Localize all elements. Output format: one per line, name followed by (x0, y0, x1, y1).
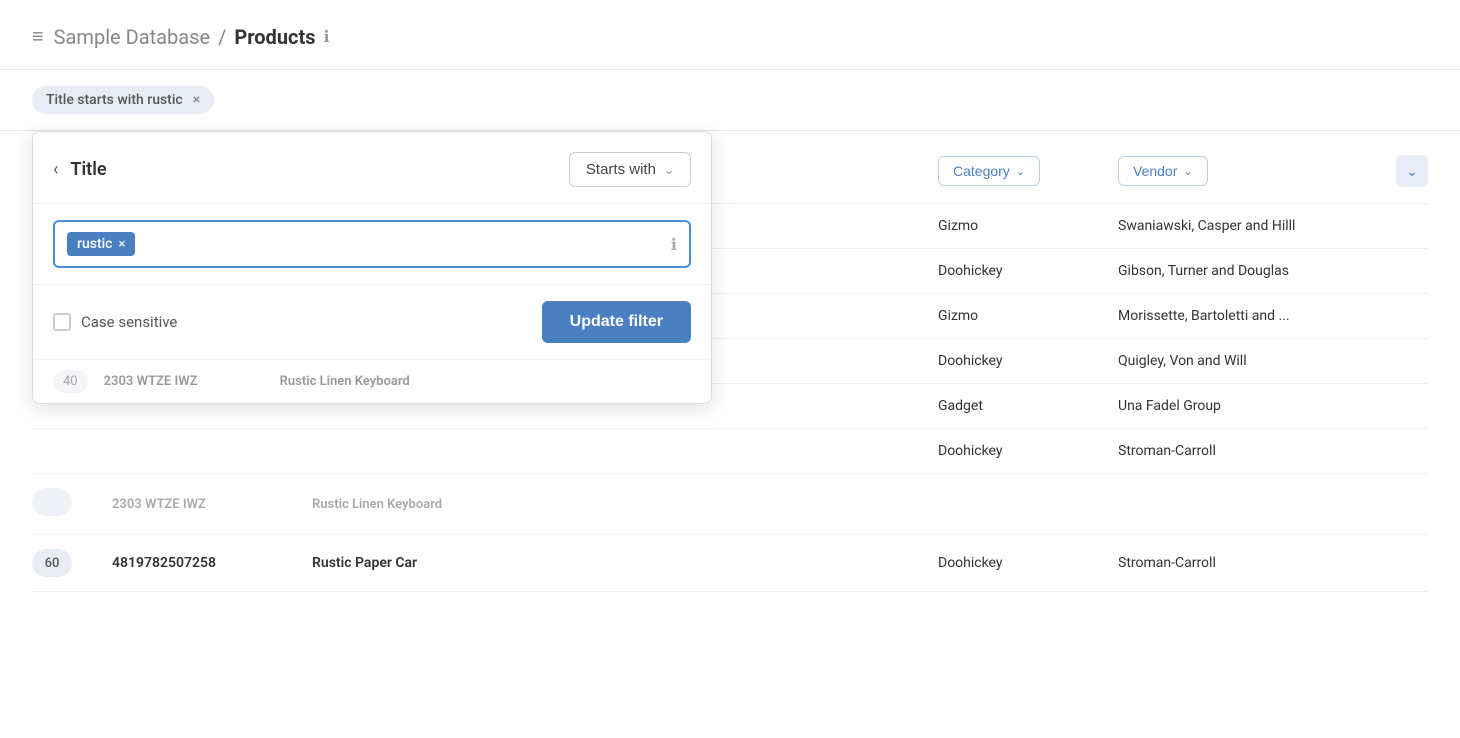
filter-panel-header: ‹ Title Starts with ⌄ (33, 132, 711, 204)
filter-input-box[interactable]: rustic × ℹ (53, 220, 691, 268)
category-chevron-icon: ⌄ (1016, 165, 1025, 178)
faded-id: 40 (53, 370, 88, 393)
filter-tag-value: rustic (77, 236, 112, 252)
row-category-cell: Doohickey (938, 353, 1118, 369)
category-column-header: Category ⌄ (938, 156, 1118, 186)
database-icon: ≡ (32, 24, 44, 49)
filter-tag-close-icon[interactable]: × (118, 237, 125, 252)
bottom-row-2[interactable]: 60 4819782507258 Rustic Paper Car Doohic… (32, 535, 1428, 592)
vendor-label: Vendor (1133, 163, 1177, 179)
row-category-cell: Gizmo (938, 218, 1118, 234)
update-filter-button[interactable]: Update filter (542, 301, 691, 343)
filter-condition-label: Starts with (586, 161, 656, 178)
filter-tag: rustic × (67, 232, 135, 256)
filter-badge-close-icon[interactable]: × (193, 92, 200, 108)
faded-row: 40 2303 WTZE IWZ Rustic Linen Keyboard (33, 359, 711, 403)
main-content: ‹ Title Starts with ⌄ rustic × ℹ Case se (0, 131, 1460, 592)
toolbar: Title starts with rustic × (0, 70, 1460, 131)
row-vendor-cell: Quigley, Von and Will (1118, 353, 1378, 369)
row-vendor-cell: Morissette, Bartoletti and ... (1118, 308, 1378, 324)
filter-search-input[interactable] (143, 236, 663, 253)
filter-badge[interactable]: Title starts with rustic × (32, 86, 214, 114)
filter-panel-footer: Case sensitive Update filter (33, 285, 711, 359)
vendor-chevron-icon: ⌄ (1183, 165, 1192, 178)
vendor-column-header: Vendor ⌄ (1118, 156, 1378, 186)
filter-badge-label: Title starts with rustic (46, 92, 183, 108)
filter-back-icon[interactable]: ‹ (53, 159, 58, 180)
row-category-cell: Doohickey (938, 263, 1118, 279)
vendor-filter-button[interactable]: Vendor ⌄ (1118, 156, 1208, 186)
filter-title-group: ‹ Title (53, 159, 107, 180)
filter-input-area: rustic × ℹ (33, 204, 711, 285)
row-vendor-cell: Gibson, Turner and Douglas (1118, 263, 1378, 279)
table-name: Products (234, 25, 315, 49)
row-category-cell: Doohickey (938, 443, 1118, 459)
condition-chevron-icon: ⌄ (664, 163, 674, 177)
breadcrumb-separator: / (218, 25, 226, 49)
row-vendor-cell: Swaniawski, Casper and Hilll (1118, 218, 1378, 234)
row-vendor-cell: Una Fadel Group (1118, 398, 1378, 414)
faded-barcode: 2303 WTZE IWZ (104, 374, 264, 389)
row-category-cell: Gizmo (938, 308, 1118, 324)
category-label: Category (953, 163, 1010, 179)
row-category-cell: Gadget (938, 398, 1118, 414)
category-filter-button[interactable]: Category ⌄ (938, 156, 1040, 186)
database-name: Sample Database (54, 25, 210, 49)
page-header: ≡ Sample Database / Products ℹ (0, 0, 1460, 70)
case-sensitive-group: Case sensitive (53, 313, 177, 331)
filter-panel: ‹ Title Starts with ⌄ rustic × ℹ Case se (32, 131, 712, 404)
table-row[interactable]: Doohickey Stroman-Carroll (32, 429, 1428, 474)
col-chevron-spacer: ⌄ (1378, 155, 1428, 187)
table-expand-button[interactable]: ⌄ (1396, 155, 1428, 187)
case-sensitive-checkbox[interactable] (53, 313, 71, 331)
faded-title: Rustic Linen Keyboard (280, 374, 410, 389)
breadcrumb: Sample Database / Products ℹ (54, 25, 330, 49)
row-vendor-cell: Stroman-Carroll (1118, 443, 1378, 459)
case-sensitive-label: Case sensitive (81, 313, 177, 331)
filter-input-info-icon[interactable]: ℹ (671, 235, 677, 254)
filter-panel-title: Title (70, 159, 106, 180)
table-info-icon[interactable]: ℹ (323, 27, 329, 46)
filter-condition-button[interactable]: Starts with ⌄ (569, 152, 691, 187)
bottom-row-1[interactable]: 2303 WTZE IWZ Rustic Linen Keyboard (32, 474, 1428, 535)
